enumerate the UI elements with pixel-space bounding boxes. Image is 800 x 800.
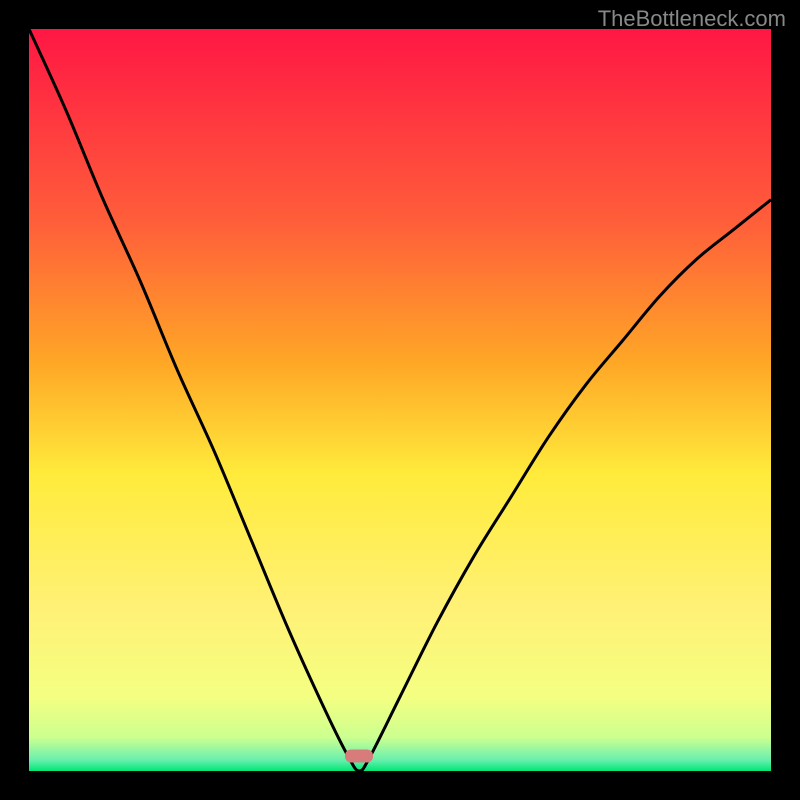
plot-area [29, 29, 771, 771]
minimum-marker [345, 750, 373, 763]
bottleneck-curve [29, 29, 771, 771]
watermark-text: TheBottleneck.com [598, 6, 786, 32]
